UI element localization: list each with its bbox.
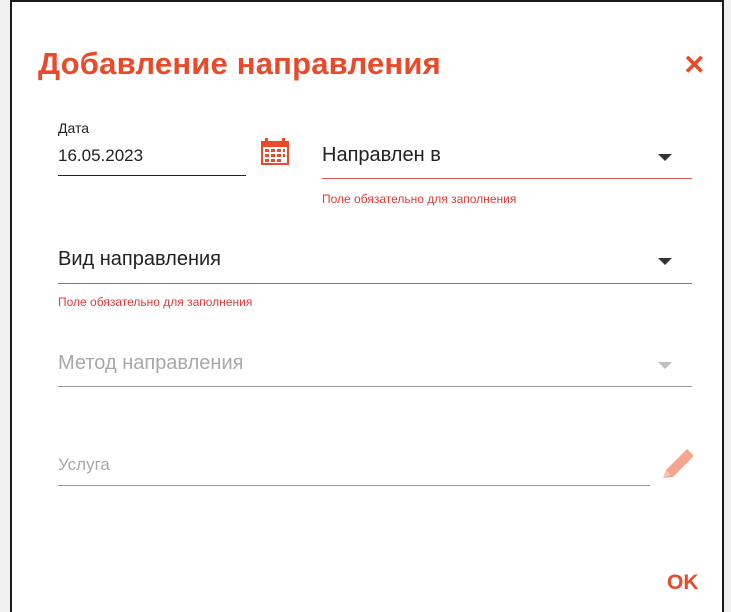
date-input[interactable]: 16.05.2023 — [58, 146, 143, 166]
direction-type-error: Поле обязательно для заполнения — [58, 295, 253, 309]
directed-to-chevron-down-icon[interactable] — [658, 154, 672, 161]
direction-type-underline — [58, 283, 692, 284]
direction-method-chevron-down-icon — [658, 362, 672, 369]
directed-to-select[interactable]: Направлен в — [322, 144, 441, 167]
service-underline — [58, 485, 650, 486]
direction-type-chevron-down-icon[interactable] — [658, 258, 672, 265]
dialog-title: Добавление направления — [38, 46, 441, 81]
direction-method-underline — [58, 386, 692, 387]
date-label: Дата — [58, 120, 90, 136]
service-input[interactable]: Услуга — [58, 455, 110, 475]
directed-to-error: Поле обязательно для заполнения — [322, 192, 517, 206]
pencil-icon[interactable] — [657, 446, 694, 482]
calendar-icon[interactable] — [260, 138, 290, 166]
ok-button[interactable]: OK — [667, 571, 699, 595]
close-icon[interactable]: ✕ — [683, 52, 706, 79]
add-direction-dialog: Добавление направления ✕ Дата 16.05.2023 — [10, 0, 724, 612]
direction-type-select[interactable]: Вид направления — [58, 248, 221, 271]
direction-method-select: Метод направления — [58, 352, 244, 374]
date-underline — [58, 175, 246, 176]
directed-to-underline — [322, 178, 692, 179]
